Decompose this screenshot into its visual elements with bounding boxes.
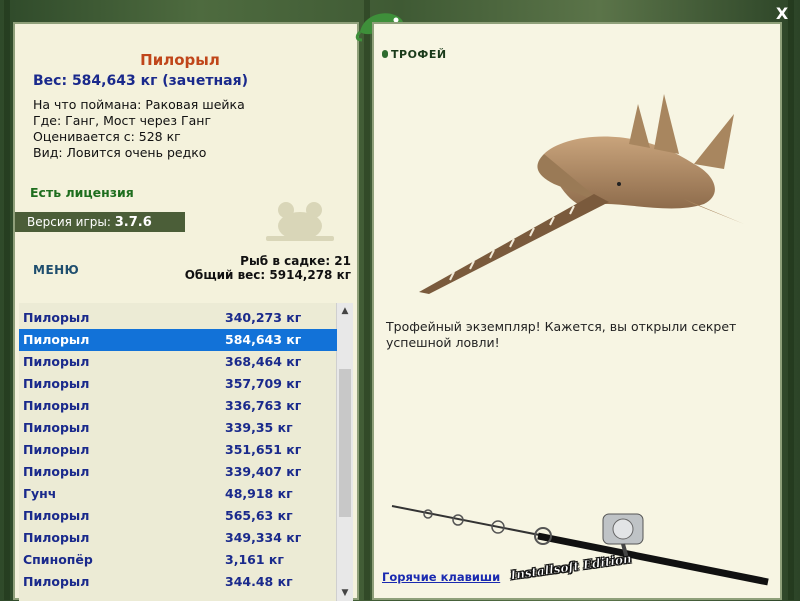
catch-list-row[interactable]: Пилорыл 357,709 кг	[19, 373, 337, 395]
caught-on-line: На что поймана: Раковая шейка	[33, 97, 245, 112]
trophy-description: Трофейный экземпляр! Кажется, вы открыли…	[386, 319, 737, 350]
sawfish-image	[419, 94, 744, 294]
catch-fish-weight: 368,464 кг	[225, 354, 302, 369]
catch-list-row[interactable]: Пилорыл 351,651 кг	[19, 439, 337, 461]
catch-fish-weight: 340,273 кг	[225, 310, 302, 325]
catch-fish-weight: 339,35 кг	[225, 420, 293, 435]
catch-fish-weight: 584,643 кг	[225, 332, 302, 347]
version-value: 3.7.6	[114, 215, 152, 230]
chevron-down-icon[interactable]: ▼	[337, 585, 353, 601]
location-line: Где: Ганг, Мост через Ганг	[33, 113, 212, 128]
catch-fish-weight: 349,334 кг	[225, 530, 302, 545]
catch-fish-weight: 336,763 кг	[225, 398, 302, 413]
cage-count: Рыб в садке: 21	[240, 254, 351, 268]
catch-fish-name: Пилорыл	[23, 354, 90, 369]
catch-fish-name: Пилорыл	[23, 574, 90, 589]
chevron-up-icon[interactable]: ▲	[337, 303, 353, 319]
fish-weight: Вес: 584,643 кг (зачетная)	[33, 73, 248, 89]
catch-fish-name: Гунч	[23, 486, 57, 501]
fish-info-panel: Пилорыл Вес: 584,643 кг (зачетная) На чт…	[13, 22, 359, 601]
catch-fish-name: Пилорыл	[23, 310, 90, 325]
catch-list-row[interactable]: Пилорыл 339,407 кг	[19, 461, 337, 483]
catch-fish-name: Пилорыл	[23, 530, 90, 545]
scroll-thumb[interactable]	[339, 369, 351, 517]
hotkeys-link[interactable]: Горячие клавиши	[382, 570, 500, 584]
catch-list-scrollbar[interactable]: ▲ ▼	[336, 303, 353, 601]
fish-name: Пилорыл	[140, 51, 220, 69]
catch-fish-weight: 344.48 кг	[225, 574, 293, 589]
catch-list-row[interactable]: Пилорыл 349,334 кг	[19, 527, 337, 549]
catch-list[interactable]: ▲ ▼ Пилорыл 340,273 кг Пилорыл 584,643 кг Пи…	[19, 303, 353, 601]
catch-fish-weight: 351,651 кг	[225, 442, 302, 457]
valued-from-line: Оценивается с: 528 кг	[33, 129, 181, 144]
catch-list-row[interactable]: Спинопёр 3,161 кг	[19, 549, 337, 571]
kind-line: Вид: Ловится очень редко	[33, 145, 207, 160]
catch-fish-name: Пилорыл	[23, 442, 90, 457]
catch-fish-name: Пилорыл	[23, 464, 90, 479]
cage-total-weight: Общий вес: 5914,278 кг	[184, 268, 351, 282]
trophy-panel: ТРОФЕЙ Трофейный экземпляр! Кажется, вы …	[372, 22, 782, 600]
catch-list-row[interactable]: Пилорыл 336,763 кг	[19, 395, 337, 417]
catch-list-row[interactable]: Гунч 48,918 кг	[19, 483, 337, 505]
catch-fish-name: Пилорыл	[23, 420, 90, 435]
cage-summary: Рыб в садке: 21 Общий вес: 5914,278 кг	[185, 254, 351, 282]
catch-list-row[interactable]: Пилорыл 584,643 кг	[19, 329, 337, 351]
catch-fish-weight: 565,63 кг	[225, 508, 293, 523]
catch-list-row[interactable]: Пилорыл 368,464 кг	[19, 351, 337, 373]
close-icon[interactable]: X	[772, 4, 792, 24]
catch-fish-name: Пилорыл	[23, 376, 90, 391]
catch-fish-name: Пилорыл	[23, 508, 90, 523]
catch-fish-weight: 48,918 кг	[225, 486, 293, 501]
catch-list-row[interactable]: Пилорыл 340,273 кг	[19, 307, 337, 329]
catch-fish-name: Спинопёр	[23, 552, 93, 567]
catch-fish-weight: 357,709 кг	[225, 376, 302, 391]
catch-fish-name: Пилорыл	[23, 398, 90, 413]
catch-list-row[interactable]: Пилорыл 344.48 кг	[19, 571, 337, 593]
catch-list-row[interactable]: Пилорыл 565,63 кг	[19, 505, 337, 527]
catch-fish-weight: 339,407 кг	[225, 464, 302, 479]
frog-silhouette-icon	[266, 202, 334, 241]
catch-list-row[interactable]: Пилорыл 339,35 кг	[19, 417, 337, 439]
game-version: Версия игры: 3.7.6	[15, 212, 185, 232]
catch-fish-name: Пилорыл	[23, 332, 90, 347]
menu-button[interactable]: МЕНЮ	[33, 263, 79, 277]
fishing-rod-image	[391, 505, 769, 586]
version-label: Версия игры:	[27, 215, 111, 229]
catch-fish-weight: 3,161 кг	[225, 552, 284, 567]
license-status: Есть лицензия	[30, 185, 134, 200]
